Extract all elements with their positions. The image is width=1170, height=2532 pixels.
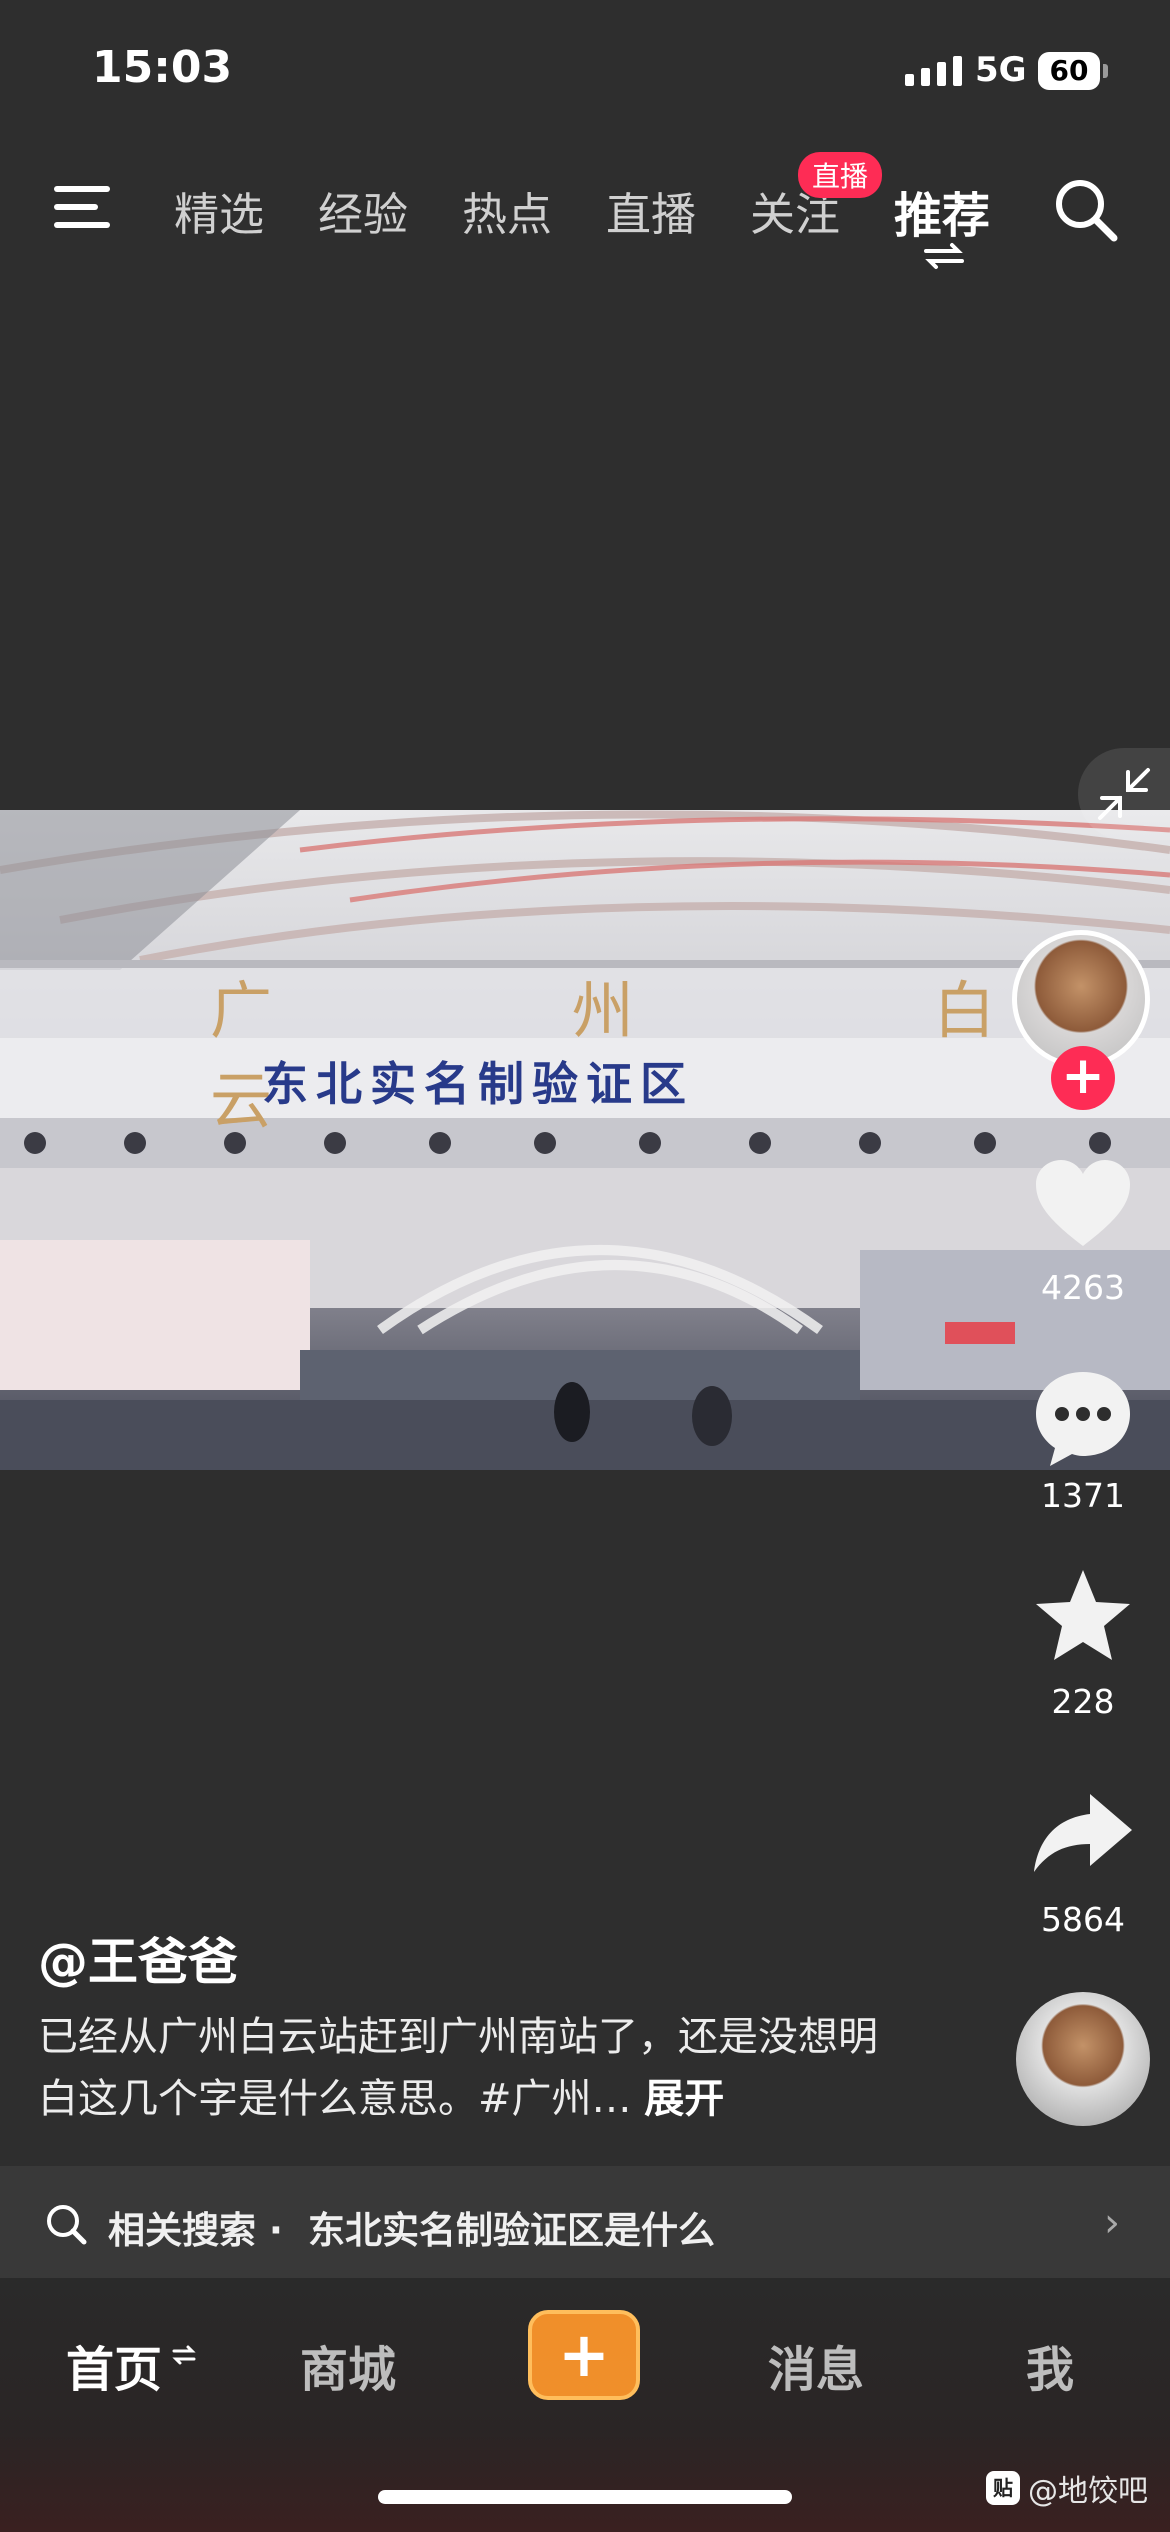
collapse-button[interactable] [1078,748,1170,840]
swap-icon[interactable] [922,242,966,270]
comment-icon[interactable] [1028,1362,1138,1472]
nav-messages[interactable]: 消息 [768,2330,864,2400]
post-caption[interactable]: 已经从广州白云站赶到广州南站了，还是没想明白这几个字是什么意思。#广州… 展开 [38,2006,898,2130]
search-icon[interactable] [1052,176,1120,244]
nav-shop[interactable]: 商城 [300,2330,396,2400]
sign-main: 东北实名制验证区 [262,1057,694,1111]
expand-link[interactable]: 展开 [644,2076,724,2122]
tab-experience[interactable]: 经验 [318,178,408,243]
network-type: 5G [975,50,1027,90]
share-icon[interactable] [1028,1780,1138,1890]
home-indicator[interactable] [378,2490,792,2504]
tab-hot[interactable]: 热点 [462,178,552,243]
nav-home[interactable]: 首页 [66,2330,162,2400]
follow-button[interactable]: + [1051,1046,1115,1110]
publish-button[interactable]: + [528,2310,640,2400]
plus-icon: + [558,2318,610,2391]
nav-me[interactable]: 我 [1026,2330,1074,2400]
favorite-count: 228 [1051,1682,1115,1721]
author-name[interactable]: @王爸爸 [38,1922,238,1994]
watermark: 贴 @地饺吧 [986,2466,1148,2510]
like-count: 4263 [1041,1268,1125,1307]
related-search-query[interactable]: 东北实名制验证区是什么 [308,2200,715,2254]
search-icon [47,2205,87,2245]
watermark-text: @地饺吧 [1028,2474,1148,2509]
like-icon[interactable] [1028,1150,1138,1260]
video-frame [0,810,1170,1470]
favorite-icon[interactable] [1028,1562,1138,1672]
related-search-label: 相关搜索 · [108,2209,283,2252]
battery-icon: 60 [1038,52,1100,90]
video-player[interactable]: 广 州 白 云 东北实名制验证区 [0,810,1170,1470]
collapse-icon [1098,768,1150,820]
tab-featured[interactable]: 精选 [174,178,264,243]
signal-icon [905,56,962,86]
share-count: 5864 [1041,1900,1125,1939]
comment-count: 1371 [1041,1476,1125,1515]
live-badge: 直播 [798,152,883,198]
menu-icon[interactable] [50,182,114,232]
caption-text: 已经从广州白云站赶到广州南站了，还是没想明白这几个字是什么意思。#广州… [38,2014,878,2122]
chevron-right-icon[interactable]: › [1104,2200,1120,2246]
tab-recommend[interactable]: 推荐 [894,176,990,246]
tieba-icon: 贴 [986,2471,1020,2505]
tab-live[interactable]: 直播 [606,178,696,243]
swap-icon[interactable] [172,2344,196,2366]
status-time: 15:03 [92,42,233,93]
music-disc[interactable] [1016,1992,1150,2126]
battery-cap [1103,64,1108,78]
